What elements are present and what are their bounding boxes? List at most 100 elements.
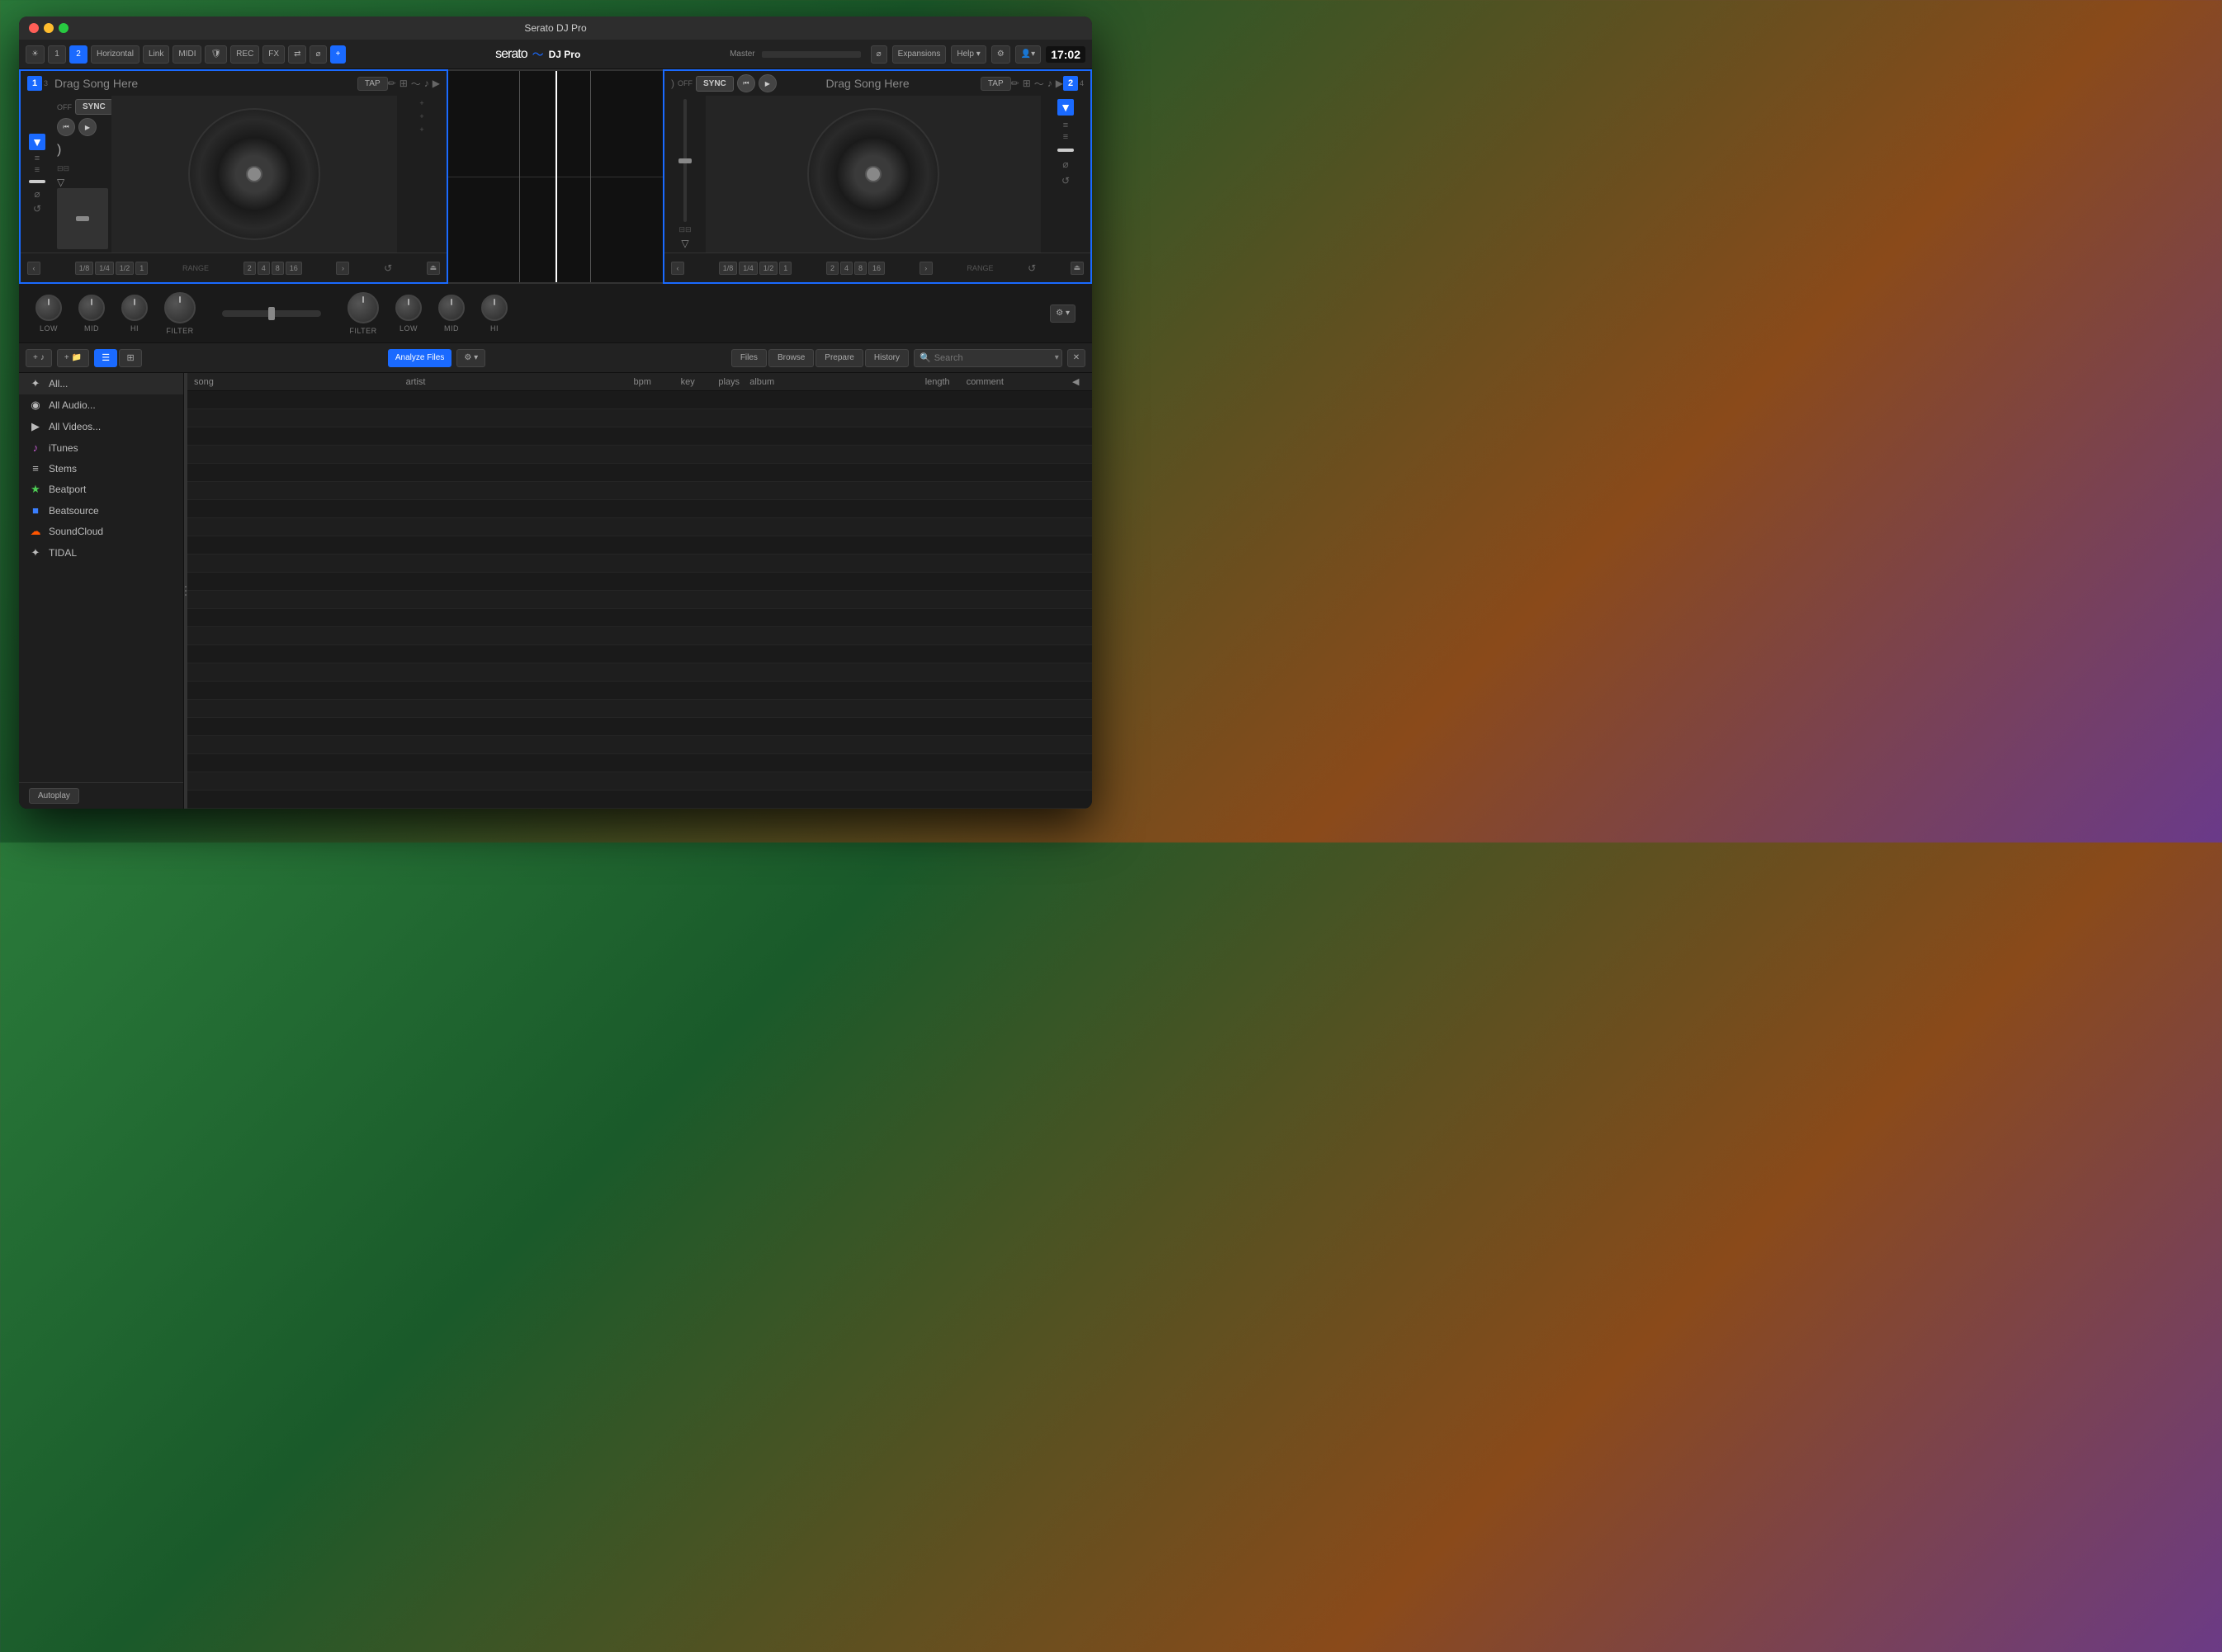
deck1-filter-knob[interactable] xyxy=(164,292,196,323)
deck1-fader-knob[interactable] xyxy=(29,180,45,183)
deck2-cue-marker[interactable]: ▼ xyxy=(1057,99,1074,116)
deck1-eject-btn[interactable]: ⏏ xyxy=(427,262,440,275)
deck2-pitch-icon[interactable]: ) xyxy=(671,78,674,89)
swap-btn[interactable]: ⇄ xyxy=(288,45,306,64)
deck1-btn[interactable]: 1 xyxy=(48,45,66,64)
table-row[interactable] xyxy=(187,645,1092,663)
deck2-beat-1-8[interactable]: 1/8 xyxy=(719,262,738,275)
deck2-beat-16[interactable]: 16 xyxy=(868,262,885,275)
table-row[interactable] xyxy=(187,536,1092,555)
deck2-loop-icon[interactable]: ↺ xyxy=(1061,175,1070,186)
deck1-mid-knob[interactable] xyxy=(78,295,105,321)
autoplay-btn[interactable]: Autoplay xyxy=(29,788,79,804)
table-row[interactable] xyxy=(187,464,1092,482)
analyze-settings-btn[interactable]: ⚙ ▾ xyxy=(456,349,485,367)
table-row[interactable] xyxy=(187,555,1092,573)
table-row[interactable] xyxy=(187,700,1092,718)
deck1-wave-icon[interactable]: 〜 xyxy=(411,77,421,91)
deck2-wave-icon[interactable]: 〜 xyxy=(1034,77,1044,91)
deck1-loop-reset-icon[interactable]: ↺ xyxy=(384,262,392,274)
history-panel-btn[interactable]: History xyxy=(865,349,909,367)
minimize-button[interactable] xyxy=(44,23,54,33)
deck2-beat-1-2[interactable]: 1/2 xyxy=(759,262,778,275)
deck2-pitch-down-icon[interactable]: ▽ xyxy=(681,238,688,249)
deck2-pitch-slider[interactable] xyxy=(683,99,687,222)
deck2-prev-btn[interactable]: ⏮ xyxy=(737,74,755,92)
table-row[interactable] xyxy=(187,591,1092,609)
fx-btn[interactable]: FX xyxy=(262,45,285,64)
table-row[interactable] xyxy=(187,427,1092,446)
deck1-play-btn[interactable]: ▶ xyxy=(78,118,97,136)
headphone-monitor-btn[interactable]: ⌀ xyxy=(871,45,887,64)
search-dropdown-icon[interactable]: ▾ xyxy=(1055,353,1059,362)
deck2-mid-knob[interactable] xyxy=(438,295,465,321)
col-header-bpm[interactable]: bpm xyxy=(617,377,667,387)
deck1-plus-icon2[interactable]: + xyxy=(419,112,423,120)
list-view-btn[interactable]: ☰ xyxy=(94,349,117,367)
clear-search-btn[interactable]: ✕ xyxy=(1067,349,1085,367)
analyze-files-btn[interactable]: Analyze Files xyxy=(388,349,451,367)
deck1-low-knob[interactable] xyxy=(35,295,62,321)
deck2-play-btn[interactable]: ▶ xyxy=(759,74,777,92)
table-row[interactable] xyxy=(187,682,1092,700)
deck2-key-icon[interactable]: ⊟⊟ xyxy=(678,225,691,234)
deck1-beat-4[interactable]: 4 xyxy=(258,262,270,275)
sidebar-item-soundcloud[interactable]: ☁ SoundCloud xyxy=(19,521,183,542)
sidebar-item-stems[interactable]: ≡ Stems xyxy=(19,458,183,479)
deck2-loop-reset-icon[interactable]: ↺ xyxy=(1028,262,1036,274)
expansions-btn[interactable]: Expansions xyxy=(892,45,947,64)
table-row[interactable] xyxy=(187,627,1092,645)
deck2-filter-knob[interactable] xyxy=(347,292,379,323)
files-panel-btn[interactable]: Files xyxy=(731,349,767,367)
deck1-tap-btn[interactable]: TAP xyxy=(357,77,388,91)
deck2-grid-icon[interactable]: ⊞ xyxy=(1023,78,1031,89)
mixer-settings-btn[interactable]: ⚙ ▾ xyxy=(1050,304,1076,323)
deck1-beat-1-2[interactable]: 1/2 xyxy=(116,262,135,275)
deck2-vinyl-disc[interactable] xyxy=(807,108,939,240)
col-header-artist[interactable]: artist xyxy=(406,377,618,387)
deck2-beat-1[interactable]: 1 xyxy=(779,262,792,275)
deck2-beat-1-4[interactable]: 1/4 xyxy=(739,262,758,275)
close-button[interactable] xyxy=(29,23,39,33)
deck2-btn[interactable]: 2 xyxy=(69,45,87,64)
settings-btn[interactable]: ⚙ xyxy=(991,45,1010,64)
deck1-cue-marker[interactable]: ▼ xyxy=(29,134,45,150)
deck1-key-icon[interactable]: ⊟⊟ xyxy=(57,164,69,173)
table-row[interactable] xyxy=(187,446,1092,464)
deck1-prev-btn[interactable]: ⏮ xyxy=(57,118,75,136)
deck2-eq-icon2[interactable]: ≡ xyxy=(1063,132,1068,142)
maximize-button[interactable] xyxy=(59,23,69,33)
table-row[interactable] xyxy=(187,718,1092,736)
table-row[interactable] xyxy=(187,791,1092,809)
midi-btn[interactable]: MIDI xyxy=(173,45,201,64)
deck1-pitch-slider[interactable] xyxy=(57,188,108,249)
table-row[interactable] xyxy=(187,518,1092,536)
table-row[interactable] xyxy=(187,754,1092,772)
deck1-beat-2[interactable]: 2 xyxy=(243,262,256,275)
col-header-album[interactable]: album xyxy=(749,377,908,387)
browse-panel-btn[interactable]: Browse xyxy=(768,349,814,367)
table-row[interactable] xyxy=(187,772,1092,791)
deck2-nav-left[interactable]: ‹ xyxy=(671,262,684,275)
deck1-beat-1[interactable]: 1 xyxy=(135,262,148,275)
table-row[interactable] xyxy=(187,736,1092,754)
deck1-edit-icon[interactable]: ✏ xyxy=(388,78,396,89)
deck2-headphone-icon[interactable]: ⌀ xyxy=(1062,158,1068,170)
sidebar-item-tidal[interactable]: ✦ TIDAL xyxy=(19,542,183,564)
deck2-eq-icon1[interactable]: ≡ xyxy=(1063,120,1068,130)
deck1-nav-left[interactable]: ‹ xyxy=(27,262,40,275)
link-btn[interactable]: Link xyxy=(143,45,169,64)
deck1-arrow-icon[interactable]: ▶ xyxy=(433,78,440,89)
add-folder-btn[interactable]: + 📁 xyxy=(57,349,89,367)
deck2-tap-btn[interactable]: TAP xyxy=(981,77,1011,91)
col-header-expand[interactable]: ◀ xyxy=(1072,376,1085,387)
deck2-nav-right[interactable]: › xyxy=(920,262,933,275)
sidebar-item-beatsource[interactable]: ■ Beatsource xyxy=(19,500,183,521)
col-header-plays[interactable]: plays xyxy=(708,377,749,387)
deck1-grid-icon[interactable]: ⊞ xyxy=(399,78,408,89)
deck1-loop-icon[interactable]: ↺ xyxy=(33,203,41,215)
deck1-beat-1-4[interactable]: 1/4 xyxy=(95,262,114,275)
deck1-eq-icon2[interactable]: ≡ xyxy=(35,165,40,175)
col-header-length[interactable]: length xyxy=(909,377,967,387)
table-row[interactable] xyxy=(187,663,1092,682)
